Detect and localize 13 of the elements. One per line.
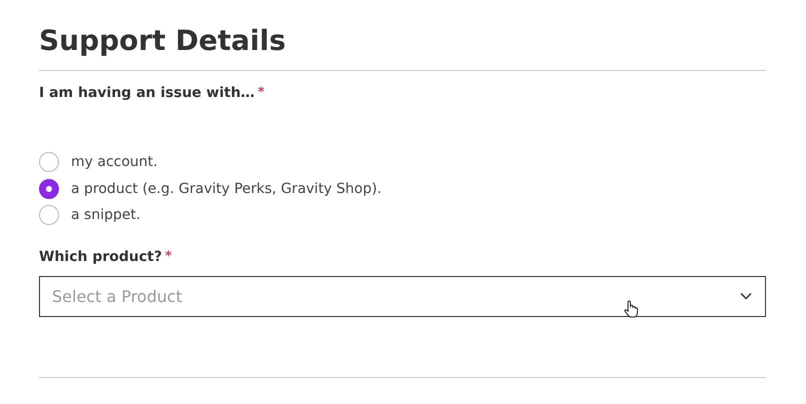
page-heading: Support Details: [39, 23, 286, 59]
required-mark: *: [165, 248, 172, 264]
field-label: I am having an issue with…: [39, 85, 255, 101]
field-label: Which product?: [39, 248, 162, 264]
radio-button[interactable]: [39, 205, 59, 226]
radio-button[interactable]: [39, 178, 59, 199]
option-label[interactable]: a snippet.: [71, 207, 140, 224]
option-label[interactable]: my account.: [71, 154, 158, 170]
hand-cursor-icon: [624, 300, 638, 318]
required-mark: *: [258, 85, 264, 100]
chevron-down-icon: [740, 292, 752, 300]
option-label[interactable]: a product (e.g. Gravity Perks, Gravity Shop).: [71, 180, 382, 197]
radio-button[interactable]: [39, 152, 59, 172]
